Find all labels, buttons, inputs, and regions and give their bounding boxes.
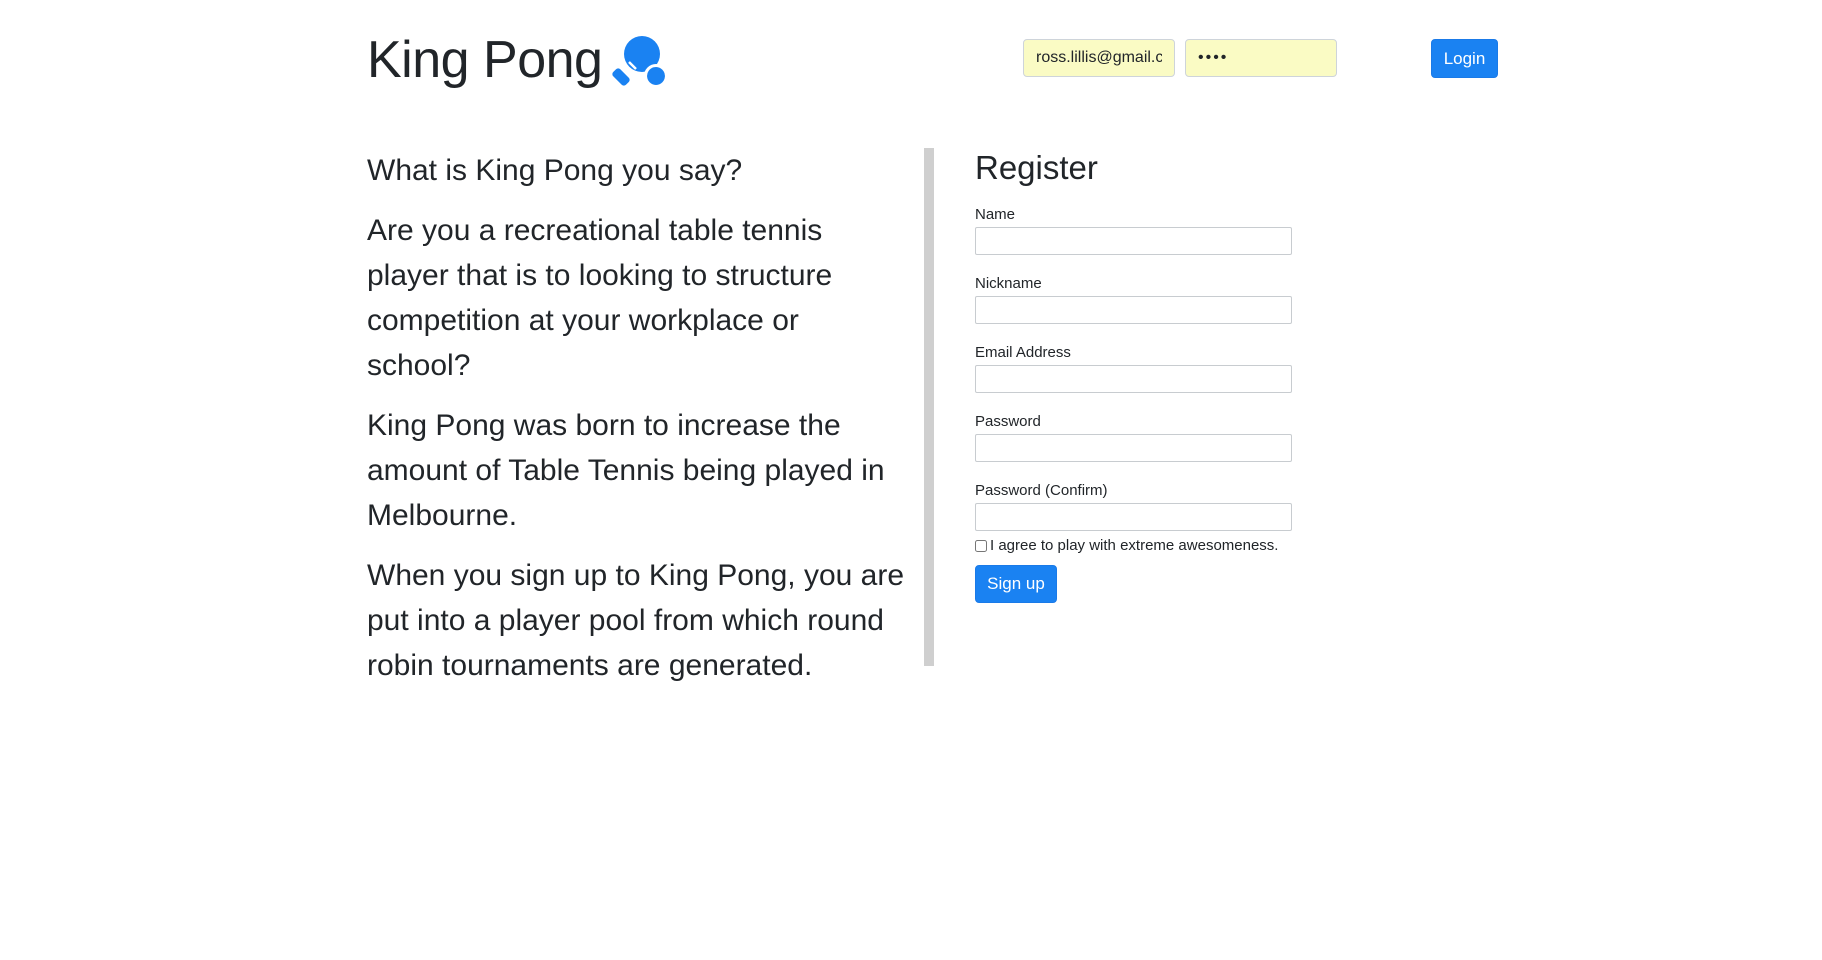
password-field-group: Password (975, 413, 1295, 462)
column-divider (924, 148, 934, 666)
nickname-field-group: Nickname (975, 275, 1295, 324)
login-password-input[interactable] (1185, 39, 1337, 77)
login-button[interactable]: Login (1431, 39, 1498, 78)
password-confirm-field-group: Password (Confirm) (975, 482, 1295, 531)
register-title: Register (975, 149, 1098, 186)
password-input[interactable] (975, 434, 1292, 462)
about-paragraph: What is King Pong you say? (367, 154, 743, 187)
agree-label[interactable]: I agree to play with extreme awesomeness… (990, 537, 1278, 555)
agree-checkbox[interactable] (975, 540, 987, 552)
name-field-group: Name (975, 206, 1295, 255)
nickname-label: Nickname (975, 275, 1042, 292)
login-email-input[interactable] (1023, 39, 1175, 77)
email-input[interactable] (975, 365, 1292, 393)
name-input[interactable] (975, 227, 1292, 255)
password-confirm-label: Password (Confirm) (975, 482, 1108, 499)
brand[interactable]: King Pong (367, 28, 669, 92)
agree-row: I agree to play with extreme awesomeness… (975, 537, 1295, 555)
password-confirm-input[interactable] (975, 503, 1292, 531)
ping-pong-paddle-icon (612, 32, 669, 88)
register-form: Register Name Nickname Email Address Pas… (975, 148, 1295, 603)
about-paragraph: King Pong was born to increase the amoun… (367, 409, 885, 532)
signup-button[interactable]: Sign up (975, 565, 1057, 603)
about-section: What is King Pong you say? Are you a rec… (367, 148, 907, 703)
about-paragraph: Are you a recreational table tennis play… (367, 214, 833, 382)
page: King Pong Login What is King Pong (0, 0, 1822, 960)
email-field-group: Email Address (975, 344, 1295, 393)
about-paragraph: When you sign up to King Pong, you are p… (367, 559, 905, 682)
email-label: Email Address (975, 344, 1071, 361)
brand-title[interactable]: King Pong (367, 28, 603, 92)
password-label: Password (975, 413, 1041, 430)
nickname-input[interactable] (975, 296, 1292, 324)
name-label: Name (975, 206, 1016, 223)
